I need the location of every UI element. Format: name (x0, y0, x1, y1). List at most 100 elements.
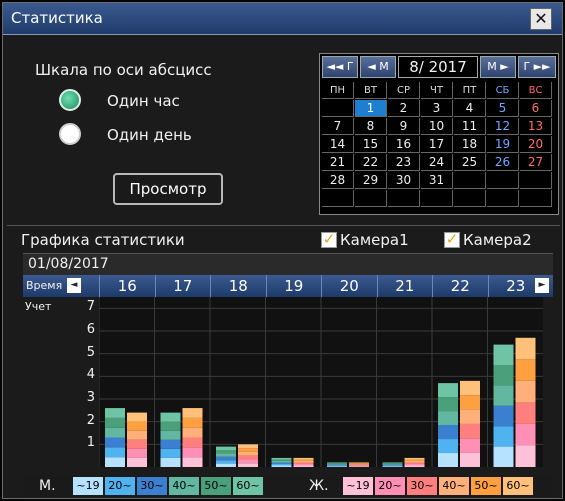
radio-one-day[interactable] (59, 123, 81, 145)
calendar-day[interactable]: 3 (421, 100, 453, 117)
calendar-day[interactable]: 8 (355, 118, 387, 135)
calendar-day[interactable]: 13 (520, 118, 552, 135)
calendar-day (322, 100, 354, 117)
calendar-day[interactable]: 18 (454, 136, 486, 153)
calendar-day[interactable]: 29 (355, 172, 387, 189)
calendar-day[interactable]: 1 (355, 100, 387, 117)
hour-label: 17 (154, 275, 211, 297)
calendar-day (487, 190, 519, 207)
bar-segment (404, 465, 425, 467)
calendar-day[interactable]: 19 (487, 136, 519, 153)
calendar-day (520, 172, 552, 189)
next-year-button[interactable]: Г ►► (518, 56, 556, 78)
bar-segment (438, 411, 458, 426)
calendar-day[interactable]: 15 (355, 136, 387, 153)
bar-segment (515, 359, 536, 381)
bar-segment (271, 463, 292, 466)
chart-svg (98, 297, 543, 467)
bar-segment (382, 465, 403, 467)
bar-segment (460, 452, 480, 467)
window-title: Статистика (11, 9, 103, 27)
calendar-day[interactable]: 27 (520, 154, 552, 171)
calendar-day[interactable]: 5 (487, 100, 519, 117)
bar-segment (105, 427, 125, 438)
bar-segment (382, 463, 403, 465)
title-bar: Статистика ✕ (3, 3, 562, 35)
y-tick-label: 4 (86, 367, 95, 383)
bar-segment (160, 412, 181, 422)
bar-segment (327, 466, 347, 467)
calendar-day[interactable]: 26 (487, 154, 519, 171)
calendar-day[interactable]: 14 (322, 136, 354, 153)
calendar-day[interactable]: 12 (487, 118, 519, 135)
bar-segment (271, 460, 292, 463)
calendar-weekday: СР (388, 82, 420, 99)
bar-segment (216, 450, 236, 454)
calendar-day[interactable]: 22 (355, 154, 387, 171)
calendar-day[interactable]: 23 (388, 154, 420, 171)
bar-segment (182, 417, 203, 428)
bar-segment (404, 462, 425, 464)
bar-segment (515, 423, 536, 446)
female-legend-chip: ~19 (343, 477, 373, 495)
bar-segment (238, 451, 258, 456)
bar-segment (493, 344, 514, 365)
bar-segment (271, 465, 292, 467)
bar-segment (327, 463, 347, 465)
calendar-day[interactable]: 24 (421, 154, 453, 171)
calendar-day[interactable]: 11 (454, 118, 486, 135)
bar-segment (216, 463, 236, 467)
bar-segment (493, 405, 514, 427)
radio-one-day-label: Один день (107, 126, 192, 144)
calendar-day[interactable]: 25 (454, 154, 486, 171)
bar-segment (404, 463, 425, 466)
bar-segment (382, 462, 403, 464)
calendar-day[interactable]: 6 (520, 100, 552, 117)
calendar-day[interactable]: 21 (322, 154, 354, 171)
bar-segment (349, 465, 369, 467)
calendar-day[interactable]: 7 (322, 118, 354, 135)
bar-segment (438, 439, 458, 454)
calendar-day[interactable]: 30 (388, 172, 420, 189)
next-month-button[interactable]: М ► (480, 56, 516, 78)
calendar-day[interactable]: 20 (520, 136, 552, 153)
calendar-day[interactable]: 2 (388, 100, 420, 117)
bar-segment (160, 430, 181, 440)
calendar-day[interactable]: 16 (388, 136, 420, 153)
camera1-label: Камера1 (340, 231, 409, 249)
view-button[interactable]: Просмотр (113, 173, 223, 205)
calendar-day[interactable]: 17 (421, 136, 453, 153)
chart-plot (98, 297, 543, 467)
bar-segment (460, 395, 480, 410)
calendar-day[interactable]: 9 (388, 118, 420, 135)
calendar-day[interactable]: 10 (421, 118, 453, 135)
bar-segment (404, 460, 425, 463)
male-legend-chip: 60~ (233, 477, 263, 495)
bar-segment (515, 380, 536, 403)
radio-one-hour[interactable] (59, 89, 81, 111)
close-icon[interactable]: ✕ (530, 8, 552, 30)
bar-segment (127, 430, 147, 440)
calendar-day (355, 190, 387, 207)
bar-segment (127, 412, 147, 422)
prev-year-button[interactable]: ◄◄ Г (322, 56, 358, 78)
calendar-day (454, 172, 486, 189)
camera1-checkbox[interactable]: ✓ (321, 232, 337, 248)
bar-segment (127, 457, 147, 467)
male-legend-chip: 30~ (137, 477, 167, 495)
female-legend-chip: 60~ (503, 477, 533, 495)
calendar-weekday: СБ (487, 82, 519, 99)
bar-segment (515, 337, 536, 360)
bar-segment (105, 447, 125, 458)
bar-segment (515, 445, 536, 467)
camera2-checkbox[interactable]: ✓ (444, 232, 460, 248)
y-tick-label: 3 (86, 390, 95, 405)
calendar-day[interactable]: 31 (421, 172, 453, 189)
prev-month-button[interactable]: ◄ М (360, 56, 396, 78)
bar-segment (460, 380, 480, 396)
calendar-day[interactable]: 28 (322, 172, 354, 189)
calendar-day[interactable]: 4 (454, 100, 486, 117)
bar-segment (216, 446, 236, 450)
scroll-left-icon[interactable]: ◄ (67, 278, 81, 293)
bar-segment (238, 455, 258, 460)
